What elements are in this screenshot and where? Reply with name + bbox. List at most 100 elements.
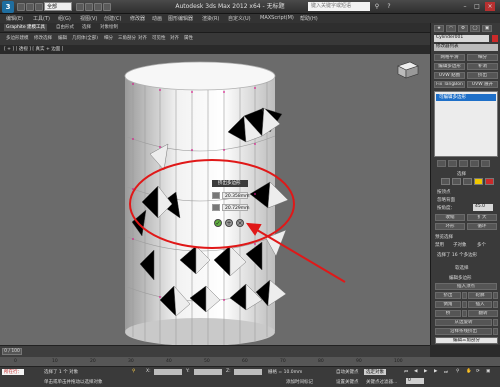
ignore-backfacing-checkbox[interactable]: 忽略背面 [437,197,455,203]
object-color-swatch[interactable] [492,35,498,42]
extrude-height-field[interactable]: 20.358mm [222,192,250,199]
new-file-icon[interactable] [17,3,25,11]
redo-icon[interactable] [85,3,93,11]
menu-item[interactable]: 修改器 [130,15,145,22]
extrude-along-spline-button[interactable]: 沿样条线挤出 [435,328,492,335]
ribbon-panel[interactable]: 对齐 [138,35,147,41]
track-bar[interactable]: 0 / 100 [0,345,430,357]
edit-triangulation-button[interactable]: 编辑三角剖分 [435,337,498,344]
modifier-button[interactable]: UVW 展开 [467,81,498,88]
remove-modifier-icon[interactable] [470,160,479,167]
motion-tab-icon[interactable]: ◯ [470,25,480,32]
key-filters-button[interactable]: 关键点过滤器... [366,379,397,385]
orbit-icon[interactable]: ⟳ [476,369,480,374]
bevel-button[interactable]: 倒角 [435,301,461,308]
ribbon-panel[interactable]: 编辑 [58,35,67,41]
make-unique-icon[interactable] [459,160,468,167]
search-input[interactable]: 键入关键字或短语 [308,2,370,11]
flip-button[interactable]: 翻转 [468,310,498,317]
lock-selection-icon[interactable]: ⚲ [132,369,135,374]
by-vertex-checkbox[interactable]: 按顶点 [437,189,451,195]
extrude-spline-settings-icon[interactable] [493,328,498,335]
grow-button[interactable]: 扩大 [467,214,497,221]
vertex-level-icon[interactable] [441,178,450,185]
caddy-apply-icon[interactable]: + [225,219,233,227]
object-name-field[interactable]: Cylinder001 [434,35,489,42]
goto-end-icon[interactable]: ⏭ [444,369,448,375]
by-angle-checkbox[interactable]: 按角度： [437,205,455,211]
open-file-icon[interactable] [26,3,34,11]
menu-item[interactable]: 动画 [152,15,162,22]
ribbon-panel[interactable]: 三角剖分 [118,35,136,41]
ribbon-panel[interactable]: 多边形建模 [6,35,29,41]
insert-vertex-button[interactable]: 插入顶点 [435,283,497,290]
menu-item[interactable]: 视图(V) [80,15,97,22]
shrink-button[interactable]: 收缩 [435,214,465,221]
modifier-button[interactable]: Fix TangBon [434,81,465,88]
menu-item[interactable]: 组(G) [58,15,71,22]
modifier-list-dropdown[interactable]: 修改器列表 [434,44,498,51]
ribbon-panel[interactable]: 细分 [104,35,113,41]
tab-graphite[interactable]: Graphite 建模工具 [4,24,48,31]
inset-settings-icon[interactable] [493,301,498,308]
tab-object-paint[interactable]: 对象绘制 [98,24,120,31]
ribbon-panel[interactable]: 对齐 [170,35,179,41]
maximize-icon[interactable]: □ [472,2,482,11]
maximize-viewport-icon[interactable]: ▣ [486,369,490,374]
modifier-button[interactable]: 补洞 [467,63,498,70]
viewport-label[interactable]: [ + ] [ 透视 ] [ 真实 + 边面 ] [4,46,63,52]
preview-off-radio[interactable]: 禁用 [435,242,444,248]
edit-polygons-rollout[interactable]: 编辑多边形 [449,275,472,281]
bevel-settings-icon[interactable] [462,301,467,308]
fetch-icon[interactable] [103,3,111,11]
next-frame-icon[interactable]: ▶ [434,369,437,374]
stack-item-editable-poly[interactable]: 可编辑多边形 [436,94,496,101]
modifier-button[interactable]: 网格平滑 [434,54,465,61]
pan-icon[interactable]: ✋ [466,369,472,374]
timeline-ruler[interactable]: 0 10 20 30 40 50 60 70 80 90 100 [0,357,500,366]
bridge-settings-icon[interactable] [462,310,467,317]
add-time-tag[interactable]: 添加时间标记 [286,379,313,385]
modify-tab-icon[interactable]: ◠ [446,25,456,32]
current-frame-field[interactable]: 0 [406,378,424,384]
configure-sets-icon[interactable] [481,160,490,167]
create-tab-icon[interactable]: ★ [434,25,444,32]
time-slider[interactable]: 0 / 100 [2,348,22,355]
prev-frame-icon[interactable]: ◀ [414,369,417,374]
app-logo-icon[interactable]: 3 [2,1,14,13]
menu-item[interactable]: 渲染(R) [202,15,219,22]
modifier-stack[interactable]: 可编辑多边形 [434,91,498,157]
border-level-icon[interactable] [463,178,472,185]
preview-multi-radio[interactable]: 多个 [477,242,486,248]
show-end-result-icon[interactable] [448,160,457,167]
help-icon[interactable]: ? [384,2,394,11]
x-coord-field[interactable] [154,369,182,375]
y-coord-field[interactable] [194,369,222,375]
minimize-icon[interactable]: – [460,2,470,11]
bridge-button[interactable]: 桥 [435,310,461,317]
menu-item[interactable]: MAXScript(M) [260,15,294,21]
play-icon[interactable]: ▶ [424,369,427,374]
auto-key-button[interactable]: 自动关键点 [336,369,359,375]
polygon-level-icon[interactable] [474,178,483,185]
caddy-cancel-icon[interactable]: × [236,219,244,227]
outline-button[interactable]: 轮廓 [468,292,492,299]
pin-stack-icon[interactable] [437,160,446,167]
inset-button[interactable]: 插入 [468,301,492,308]
hinge-settings-icon[interactable] [493,319,498,326]
cylinder-object[interactable] [124,61,289,345]
modifier-button[interactable]: 编辑多边形 [434,63,465,70]
extrude-settings-icon[interactable] [462,292,467,299]
set-key-button[interactable]: 设置关键点 [336,379,359,385]
workspace-combo[interactable]: 全部 [44,2,72,11]
menu-item[interactable]: 帮助(H) [300,15,318,22]
ring-button[interactable]: 环形 [435,223,465,230]
selected-set-dropdown[interactable]: 选定对象 [364,369,386,375]
soft-selection-rollout[interactable]: 软选择 [455,265,469,271]
display-tab-icon[interactable]: ▣ [482,25,492,32]
modifier-button[interactable]: 细分 [467,54,498,61]
menu-item[interactable]: 创建(C) [104,15,121,22]
loop-button[interactable]: 循环 [467,223,497,230]
selection-rollout-title[interactable]: 选择 [457,171,466,177]
hold-icon[interactable] [94,3,102,11]
